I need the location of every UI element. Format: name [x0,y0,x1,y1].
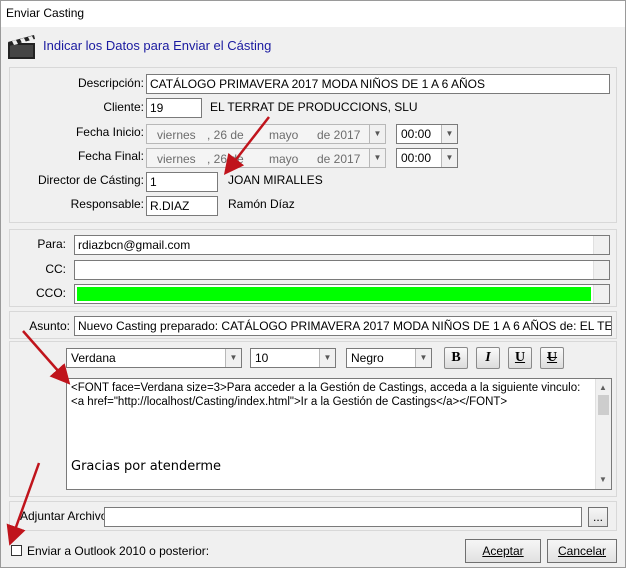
cco-label: CCO: [36,286,66,300]
cliente-name: EL TERRAT DE PRODUCCIONS, SLU [210,100,418,114]
bold-button[interactable]: B [444,347,468,369]
director-name: JOAN MIRALLES [228,173,323,187]
window-title: Enviar Casting [6,6,85,20]
fecha-inicio-year: de 2017 [317,128,361,142]
accept-label: Aceptar [482,544,524,558]
responsable-label: Responsable: [70,197,144,211]
descripcion-input[interactable]: CATÁLOGO PRIMAVERA 2017 MODA NIÑOS DE 1 … [146,74,610,94]
fecha-final-datepicker[interactable]: viernes , 26 de mayo de 2017 ▼ [146,148,386,168]
responsable-name: Ramón Díaz [228,197,295,211]
color-select-value: Negro [351,351,384,365]
chevron-down-icon[interactable]: ▼ [441,149,457,167]
attachment-group: Adjuntar Archivo: ... [9,501,617,531]
fecha-inicio-time-value: 00:00 [401,127,432,141]
para-scrollbar[interactable] [593,236,609,254]
outlook-label: Enviar a Outlook 2010 o posterior: [27,544,210,558]
chevron-down-icon[interactable]: ▼ [369,125,385,143]
fecha-final-month: mayo [269,152,299,166]
cc-label: CC: [45,262,66,276]
para-label: Para: [37,237,66,251]
cco-input[interactable] [74,284,610,304]
director-code-input[interactable]: 1 [146,172,218,192]
fecha-final-year: de 2017 [317,152,361,166]
dialog-header-title: Indicar los Datos para Enviar el Cásting [43,38,272,53]
clapperboard-icon [8,35,35,59]
fecha-inicio-time[interactable]: 00:00 ▼ [396,124,458,144]
para-value: rdiazbcn@gmail.com [78,238,191,252]
color-select[interactable]: Negro ▼ [346,348,432,368]
font-select-value: Verdana [71,351,116,365]
cliente-label: Cliente: [103,100,144,114]
attach-input[interactable] [104,507,582,527]
attach-label: Adjuntar Archivo: [20,509,111,523]
asunto-label: Asunto: [29,319,70,333]
scroll-down-icon[interactable]: ▼ [599,473,607,487]
font-select[interactable]: Verdana ▼ [66,348,242,368]
browse-button[interactable]: ... [588,507,608,527]
fecha-final-day: , 26 de [207,152,244,166]
chevron-down-icon[interactable]: ▼ [319,349,335,367]
recipients-group: Para: rdiazbcn@gmail.com CC: CCO: [9,229,617,307]
chevron-down-icon[interactable]: ▼ [369,149,385,167]
para-input[interactable]: rdiazbcn@gmail.com [74,235,610,255]
title-bar: Enviar Casting [1,1,625,27]
chevron-down-icon[interactable]: ▼ [441,125,457,143]
cco-scrollbar[interactable] [593,285,609,303]
cco-highlight [77,287,591,301]
cc-scrollbar[interactable] [593,261,609,279]
outlook-checkbox[interactable] [11,545,22,556]
fecha-inicio-month: mayo [269,128,299,142]
message-body-editor[interactable]: <FONT face=Verdana size=3>Para acceder a… [66,378,612,490]
scrollbar-thumb[interactable] [598,395,609,415]
message-body-closing: Gracias por atenderme [71,459,222,474]
fecha-final-time-value: 00:00 [401,151,432,165]
strikethrough-button[interactable]: U [540,347,564,369]
size-select-value: 10 [255,351,269,365]
casting-details-group: Descripción: CATÁLOGO PRIMAVERA 2017 MOD… [9,67,617,223]
fecha-inicio-day: , 26 de [207,128,244,142]
underline-button[interactable]: U [508,347,532,369]
chevron-down-icon[interactable]: ▼ [415,349,431,367]
message-body-scrollbar[interactable]: ▲ ▼ [595,379,611,489]
chevron-down-icon[interactable]: ▼ [225,349,241,367]
fecha-final-label: Fecha Final: [77,149,144,163]
cancel-label: Cancelar [557,544,607,558]
size-select[interactable]: 10 ▼ [250,348,336,368]
window: Enviar Casting Indicar los Datos para En… [0,0,626,568]
scroll-up-icon[interactable]: ▲ [599,381,607,395]
cc-input[interactable] [74,260,610,280]
asunto-input[interactable]: Nuevo Casting preparado: CATÁLOGO PRIMAV… [74,316,612,336]
dialog-header: Indicar los Datos para Enviar el Cásting [1,27,625,67]
fecha-final-weekday: viernes [157,152,196,166]
responsable-code-input[interactable]: R.DIAZ [146,196,218,216]
accept-button[interactable]: Aceptar [465,539,541,563]
message-editor-group: Verdana ▼ 10 ▼ Negro ▼ B I U U <FONT fac… [9,341,617,497]
cancel-button[interactable]: Cancelar [547,539,617,563]
fecha-inicio-weekday: viernes [157,128,196,142]
director-label: Director de Cásting: [37,173,144,187]
fecha-inicio-datepicker[interactable]: viernes , 26 de mayo de 2017 ▼ [146,124,386,144]
descripcion-label: Descripción: [77,76,144,90]
cliente-code-input[interactable]: 19 [146,98,202,118]
fecha-inicio-label: Fecha Inicio: [75,125,144,139]
italic-button[interactable]: I [476,347,500,369]
fecha-final-time[interactable]: 00:00 ▼ [396,148,458,168]
message-body-html: <FONT face=Verdana size=3>Para acceder a… [71,382,581,408]
subject-group: Asunto: Nuevo Casting preparado: CATÁLOG… [9,311,617,339]
